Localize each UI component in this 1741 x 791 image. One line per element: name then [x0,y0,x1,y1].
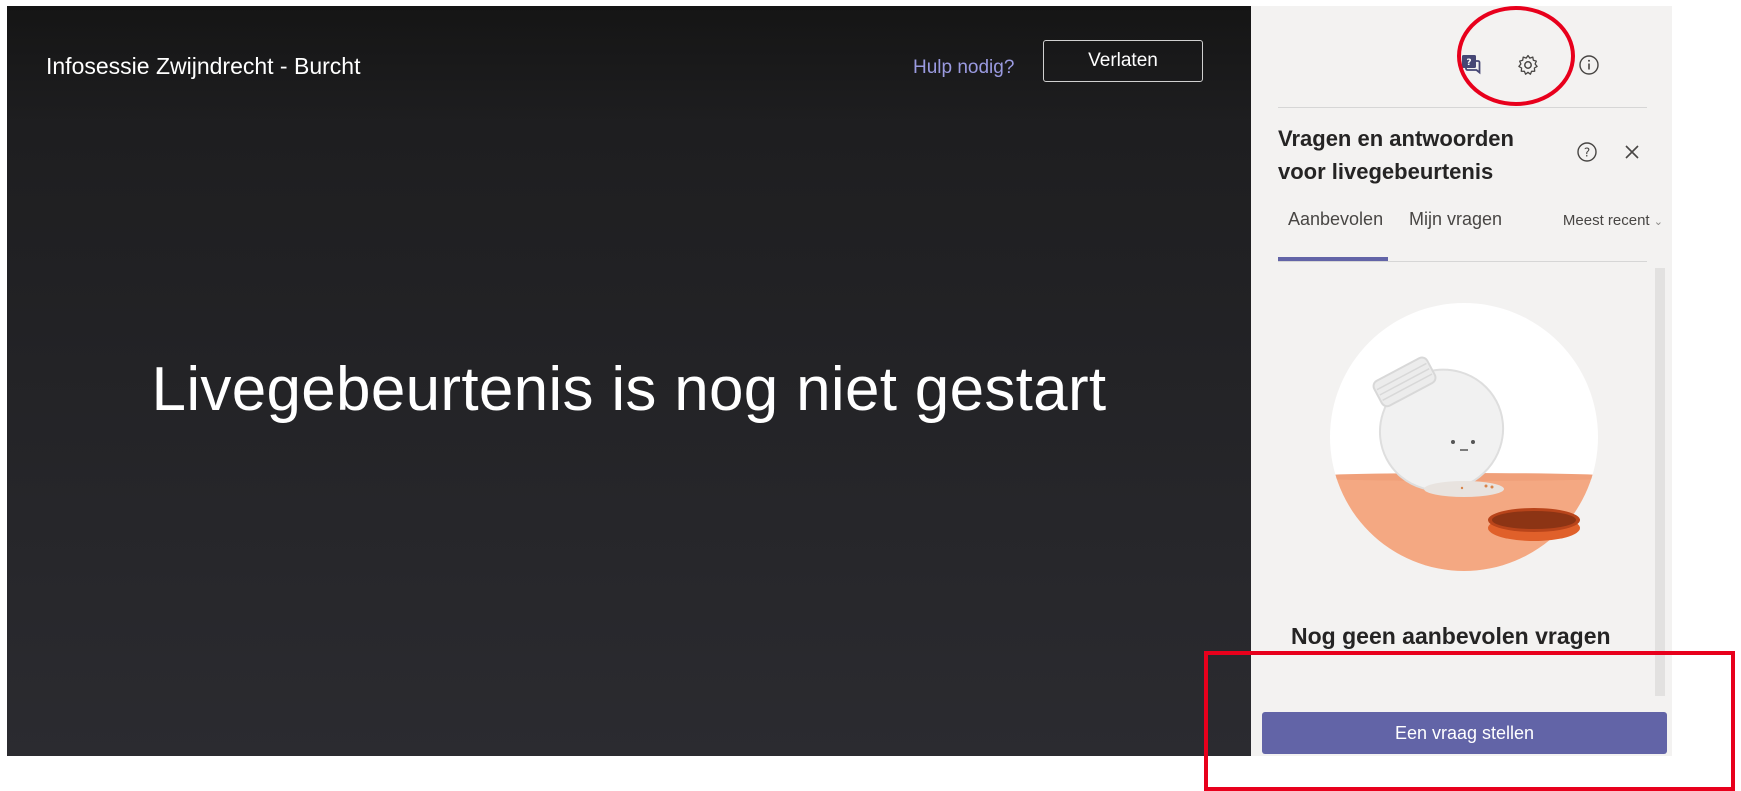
empty-state-message: Nog geen aanbevolen vragen [1291,623,1611,649]
sort-dropdown[interactable]: Meest recent ⌄ [1563,212,1663,229]
qa-chat-icon[interactable]: ? [1456,50,1486,80]
toolbar-divider [1278,107,1647,108]
tab-mijn-vragen[interactable]: Mijn vragen [1409,209,1502,230]
event-title: Infosessie Zwijndrecht - Burcht [46,53,361,79]
chevron-down-icon: ⌄ [1653,216,1663,228]
tab-aanbevolen[interactable]: Aanbevolen [1288,209,1383,230]
empty-jar-illustration [1330,303,1598,571]
video-stage: Infosessie Zwijndrecht - Burcht Hulp nod… [7,6,1251,756]
qa-panel: ? Vragen en antwoorden voor livegebeurte… [1251,6,1672,756]
panel-title: Vragen en antwoorden voor livegebeurteni… [1278,126,1514,184]
settings-gear-icon[interactable] [1513,50,1543,80]
close-icon[interactable] [1617,137,1647,167]
sort-label: Meest recent [1562,212,1650,229]
svg-text:?: ? [1466,58,1471,68]
leave-button[interactable]: Verlaten [1043,40,1203,82]
scrollbar[interactable] [1655,268,1665,696]
help-link[interactable]: Hulp nodig? [913,57,1014,79]
svg-text:?: ? [1584,146,1590,160]
help-question-icon[interactable]: ? [1572,137,1602,167]
panel-toolbar: ? [1251,6,1672,102]
tabs-divider [1278,261,1647,262]
info-icon[interactable] [1574,50,1604,80]
event-status-message: Livegebeurtenis is nog niet gestart [151,355,1107,424]
ask-question-button[interactable]: Een vraag stellen [1262,712,1667,754]
